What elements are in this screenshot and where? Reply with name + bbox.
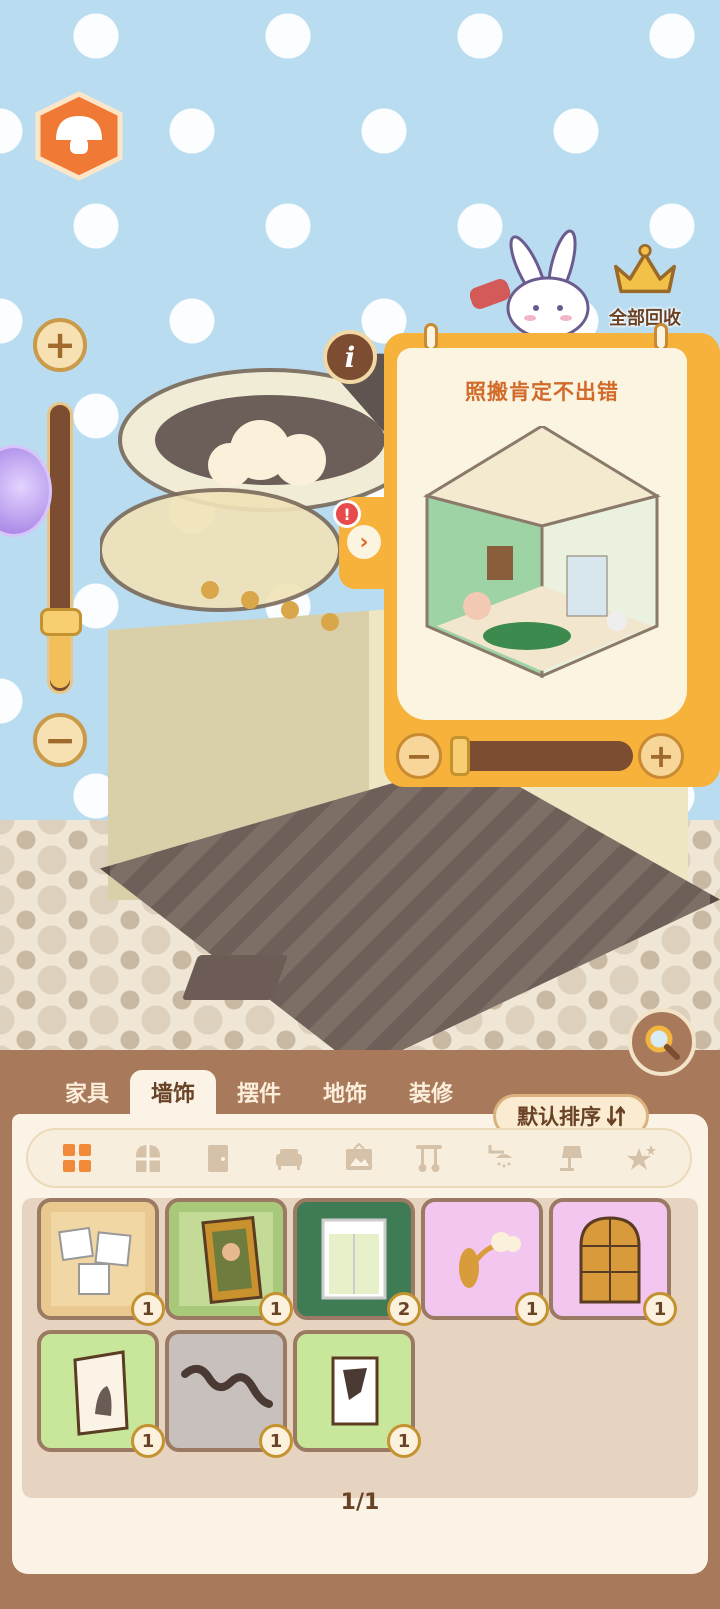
- alert-icon: !: [333, 500, 361, 528]
- category-tabs: 家具 墙饰 摆件 地饰 装修: [44, 1070, 474, 1114]
- item-count-badge: 1: [131, 1292, 165, 1326]
- recycle-all-button[interactable]: 全部回收: [600, 240, 690, 330]
- utensil-icon[interactable]: [412, 1141, 446, 1175]
- spiral-staircase[interactable]: [98, 300, 430, 640]
- shower-icon[interactable]: [483, 1141, 517, 1175]
- window-curtain-icon: [307, 1212, 401, 1306]
- item-count-badge: 1: [259, 1424, 293, 1458]
- zoom-in-button[interactable]: +: [33, 318, 87, 372]
- subcategory-filter-bar: [26, 1128, 692, 1188]
- portrait-painting-icon: [179, 1212, 273, 1306]
- item-count-badge: 1: [515, 1292, 549, 1326]
- picture-icon[interactable]: [342, 1141, 376, 1175]
- photo-clips-wall-icon: [51, 1212, 145, 1306]
- tab-furniture[interactable]: 家具: [44, 1070, 130, 1114]
- home-button[interactable]: [30, 90, 128, 182]
- star-icon[interactable]: [624, 1141, 658, 1175]
- zoom-out-button[interactable]: −: [33, 713, 87, 767]
- bunny-mascot: [469, 228, 590, 340]
- item-card[interactable]: 1: [165, 1330, 293, 1458]
- abstract-frame-icon: [307, 1344, 401, 1438]
- chevron-right-icon: ›: [347, 525, 381, 559]
- cloud-wall-lamp-icon: [435, 1212, 529, 1306]
- snake-rail-icon: [179, 1344, 273, 1438]
- zoom-slider-handle[interactable]: [40, 608, 82, 637]
- cat-canvas-icon: [51, 1344, 145, 1438]
- preview-zoom-out-button[interactable]: −: [396, 733, 442, 779]
- item-count-badge: 1: [387, 1424, 421, 1458]
- pin-icon: [654, 323, 668, 351]
- pin-icon: [424, 323, 438, 351]
- preview-zoom-track[interactable]: [450, 741, 633, 771]
- search-button[interactable]: [628, 1008, 696, 1076]
- item-card[interactable]: 1: [293, 1330, 421, 1458]
- arched-window-icon: [563, 1212, 657, 1306]
- item-card[interactable]: 1: [165, 1198, 293, 1326]
- lamp-icon[interactable]: [553, 1141, 587, 1175]
- page-indicator: 1/1: [340, 1490, 380, 1515]
- sort-icon: [607, 1105, 625, 1127]
- tab-wall-decor[interactable]: 墙饰: [130, 1070, 216, 1114]
- tab-ornaments[interactable]: 摆件: [216, 1070, 302, 1114]
- grid-all-icon[interactable]: [60, 1141, 94, 1175]
- sofa-icon[interactable]: [272, 1141, 306, 1175]
- preview-zoom-in-button[interactable]: +: [638, 733, 684, 779]
- item-card[interactable]: 1: [421, 1198, 549, 1326]
- crown-icon: [613, 243, 676, 294]
- preview-panel[interactable]: 照搬肯定不出错: [397, 348, 687, 720]
- window-icon[interactable]: [131, 1141, 165, 1175]
- item-card[interactable]: 1: [549, 1198, 677, 1326]
- layout-preview-card: 照搬肯定不出错 − +: [384, 323, 720, 787]
- item-count-badge: 2: [387, 1292, 421, 1326]
- preview-title: 照搬肯定不出错: [465, 380, 619, 404]
- search-icon: [645, 1025, 680, 1060]
- mushroom-home-icon: [35, 91, 123, 181]
- door-icon[interactable]: [201, 1141, 235, 1175]
- item-count-badge: 1: [643, 1292, 677, 1326]
- room-step: [181, 955, 289, 1000]
- item-count-badge: 1: [259, 1292, 293, 1326]
- item-card[interactable]: 1: [37, 1198, 165, 1326]
- tab-floor-decor[interactable]: 地饰: [302, 1070, 388, 1114]
- item-card[interactable]: 2: [293, 1198, 421, 1326]
- preview-room-image[interactable]: [417, 424, 667, 696]
- item-count-badge: 1: [131, 1424, 165, 1458]
- item-card[interactable]: 1: [37, 1330, 165, 1458]
- preview-zoom-handle[interactable]: [450, 736, 470, 776]
- sort-label: 默认排序: [517, 1105, 601, 1129]
- recycle-all-label: 全部回收: [609, 308, 681, 329]
- info-icon[interactable]: i: [323, 330, 377, 384]
- tab-renovation[interactable]: 装修: [388, 1070, 474, 1114]
